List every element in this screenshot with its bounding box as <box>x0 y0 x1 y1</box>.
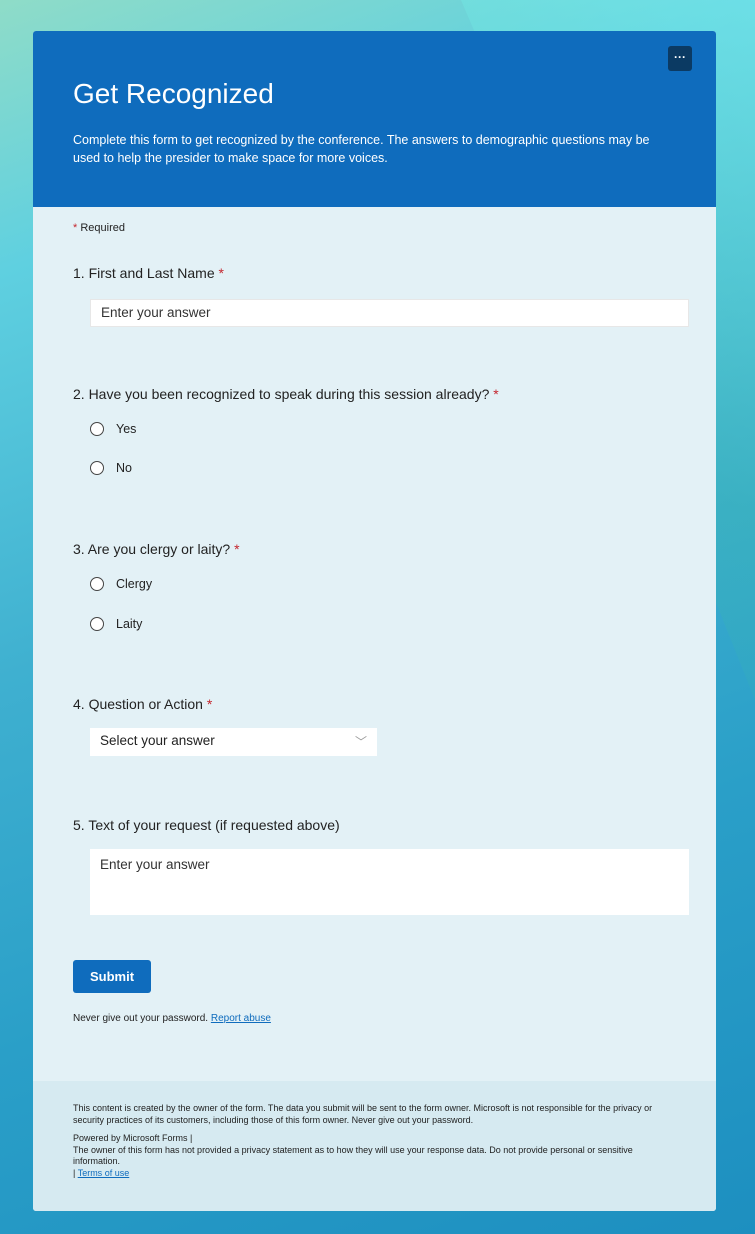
question-1-label: 1. First and Last Name <box>73 265 215 281</box>
footer-powered-by: Powered by Microsoft Forms | <box>73 1133 193 1143</box>
radio-option-laity[interactable]: Laity <box>90 617 142 631</box>
question-5-label: 5. Text of your request (if requested ab… <box>73 817 340 833</box>
first-last-name-input[interactable]: Enter your answer <box>90 299 689 327</box>
question-2-label: 2. Have you been recognized to speak dur… <box>73 386 490 402</box>
form-footer: This content is created by the owner of … <box>33 1081 716 1211</box>
password-warning-text: Never give out your password. <box>73 1013 209 1024</box>
question-1-title: 1. First and Last Name * <box>73 265 224 281</box>
question-3-title: 3. Are you clergy or laity? * <box>73 541 240 557</box>
terms-of-use-link[interactable]: Terms of use <box>78 1168 130 1178</box>
password-note: Never give out your password. Report abu… <box>73 1013 271 1024</box>
form-title: Get Recognized <box>73 78 274 109</box>
more-options-button[interactable]: ··· <box>668 46 692 71</box>
radio-circle-icon[interactable] <box>90 617 104 631</box>
chevron-down-icon[interactable]: ﹀ <box>355 733 367 750</box>
required-star: * <box>493 386 499 402</box>
radio-option-label: Laity <box>116 617 143 631</box>
required-note: * Required <box>73 222 125 234</box>
radio-option-label: Yes <box>116 422 137 436</box>
form-description: Complete this form to get recognized by … <box>73 133 650 165</box>
required-star: * <box>218 265 224 281</box>
radio-option-label: No <box>116 461 132 475</box>
radio-circle-icon[interactable] <box>90 577 104 591</box>
question-3-label: 3. Are you clergy or laity? <box>73 541 231 557</box>
question-4-title: 4. Question or Action * <box>73 696 212 712</box>
form-card: ··· Get Recognized Complete this form to… <box>33 31 716 1211</box>
required-star: * <box>234 541 240 557</box>
required-label: Required <box>80 222 125 234</box>
question-2-title: 2. Have you been recognized to speak dur… <box>73 386 499 402</box>
request-text-area[interactable]: Enter your answer <box>90 849 689 915</box>
report-abuse-link[interactable]: Report abuse <box>211 1013 271 1024</box>
radio-option-no[interactable]: No <box>90 461 132 475</box>
required-star: * <box>206 696 213 712</box>
radio-circle-icon[interactable] <box>90 422 104 436</box>
required-star: * <box>73 222 78 234</box>
footer-privacy-note: The owner of this form has not provided … <box>73 1144 633 1167</box>
radio-option-yes[interactable]: Yes <box>90 422 136 436</box>
footer-terms: | Terms of use <box>73 1168 676 1180</box>
radio-option-label: Clergy <box>116 577 153 591</box>
question-5-title: 5. Text of your request (if requested ab… <box>73 817 340 833</box>
radio-option-clergy[interactable]: Clergy <box>90 577 152 591</box>
question-4-label: 4. Question or Action <box>73 696 203 712</box>
question-action-select[interactable]: Select your answer ﹀ <box>90 728 377 756</box>
select-placeholder: Select your answer <box>100 733 215 748</box>
footer-disclaimer: This content is created by the owner of … <box>73 1103 653 1125</box>
form-header: ··· Get Recognized Complete this form to… <box>33 31 716 207</box>
radio-circle-icon[interactable] <box>90 461 104 475</box>
submit-button[interactable]: Submit <box>73 960 151 993</box>
